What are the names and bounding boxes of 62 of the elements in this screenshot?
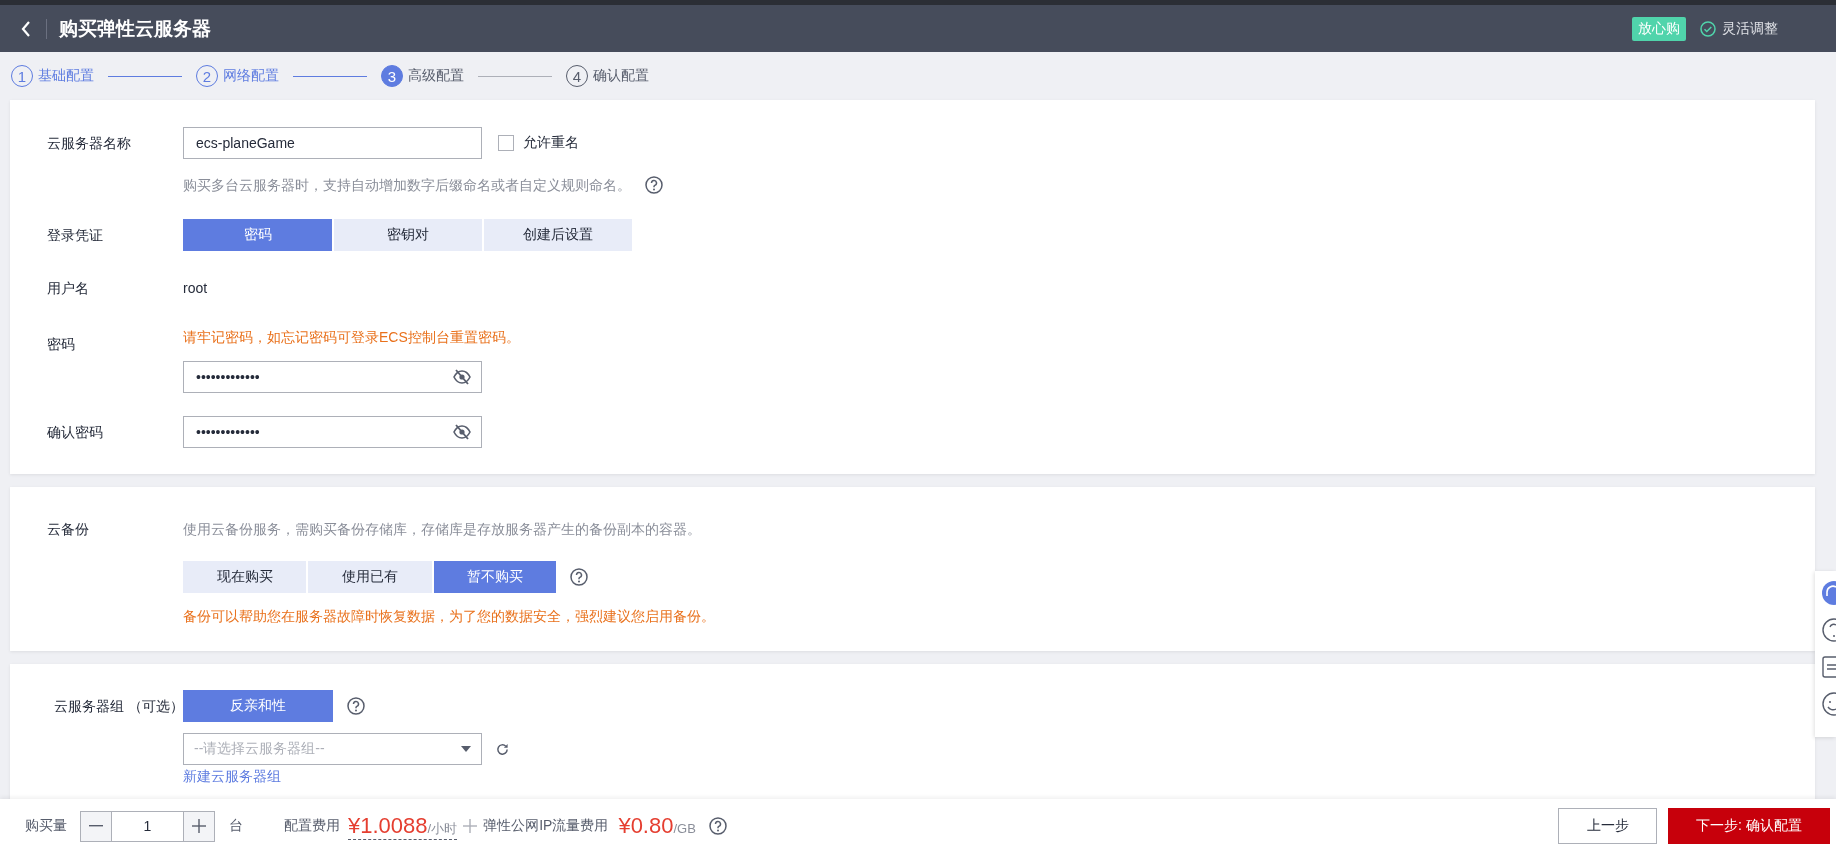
segment-option[interactable]: 使用已有: [308, 561, 432, 593]
smiley-icon[interactable]: [1821, 691, 1836, 717]
help-icon[interactable]: [570, 568, 588, 586]
step-label: 确认配置: [593, 67, 649, 85]
password-field[interactable]: •••••••••••••: [183, 361, 482, 393]
quantity-stepper[interactable]: 1: [80, 810, 215, 842]
hint-text: 购买多台云服务器时，支持自动增加数字后缀命名或者自定义规则命名。: [183, 176, 631, 195]
segment-option[interactable]: 反亲和性: [183, 690, 333, 722]
fee-label: 配置费用: [284, 817, 340, 835]
segment-option[interactable]: 创建后设置: [484, 219, 632, 251]
step-label: 网络配置: [223, 67, 279, 85]
field-label: 云服务器组 （可选）: [53, 697, 183, 716]
help-icon[interactable]: [708, 817, 727, 835]
refresh-icon[interactable]: [496, 742, 509, 756]
feature-label: 灵活调整: [1722, 19, 1778, 38]
ip-price: ¥0.80/GB: [618, 813, 696, 839]
next-button[interactable]: 下一步: 确认配置: [1668, 808, 1830, 844]
badge: 放心购: [1632, 16, 1686, 41]
help-icon[interactable]: [645, 176, 663, 194]
quantity-label: 购买量: [25, 817, 67, 835]
minus-icon: [89, 825, 103, 827]
quantity-field[interactable]: 1: [111, 811, 184, 841]
check-circle-icon: [1700, 20, 1716, 37]
previous-button[interactable]: 上一步: [1558, 808, 1657, 844]
password-field[interactable]: •••••••••••••: [183, 416, 482, 448]
field-label: 确认密码: [46, 423, 104, 442]
warning-text: 请牢记密码，如忘记密码可登录ECS控制台重置密码。: [183, 328, 520, 347]
field-label: 登录凭证: [46, 226, 104, 245]
segment-option[interactable]: 密码: [183, 219, 332, 251]
fee-label: 弹性公网IP流量费用: [483, 817, 609, 835]
step-label: 基础配置: [38, 67, 94, 85]
increment-button[interactable]: [184, 811, 214, 841]
plus-icon: [463, 819, 478, 833]
field-label: 密码: [46, 335, 76, 354]
plus-icon: [192, 819, 206, 833]
eye-slash-icon[interactable]: [453, 423, 471, 441]
segment-option[interactable]: 现在购买: [183, 561, 306, 593]
document-icon[interactable]: [1821, 654, 1836, 680]
checkbox[interactable]: [498, 135, 514, 151]
caret-down-icon: [461, 746, 471, 752]
unit-label: 台: [229, 817, 243, 835]
description-text: 使用云备份服务，需购买备份存储库，存储库是存放服务器产生的备份副本的容器。: [183, 520, 701, 539]
username-value: root: [183, 279, 208, 298]
field-label: 用户名: [46, 279, 90, 298]
help-icon[interactable]: [1821, 617, 1836, 643]
create-group-link[interactable]: 新建云服务器组: [183, 768, 281, 785]
headset-icon[interactable]: [1821, 580, 1836, 606]
step-label: 高级配置: [408, 67, 464, 85]
back-icon[interactable]: [20, 19, 32, 38]
config-price: ¥1.0088/小时: [348, 812, 458, 840]
help-icon[interactable]: [347, 697, 365, 715]
checkbox-label: 允许重名: [523, 134, 579, 152]
segment-option[interactable]: 密钥对: [334, 219, 482, 251]
name-field[interactable]: ecs-planeGame: [183, 127, 482, 159]
segment-option[interactable]: 暂不购买: [434, 561, 556, 593]
select-placeholder: --请选择云服务器组--: [194, 740, 325, 758]
step-number: 3: [381, 65, 403, 87]
field-label: 云备份: [46, 520, 90, 539]
field-label: 云服务器名称: [46, 134, 132, 153]
page-title: 购买弹性云服务器: [59, 16, 211, 41]
eye-slash-icon[interactable]: [453, 368, 471, 386]
warning-text: 备份可以帮助您在服务器故障时恢复数据，为了您的数据安全，强烈建议您启用备份。: [183, 607, 715, 626]
